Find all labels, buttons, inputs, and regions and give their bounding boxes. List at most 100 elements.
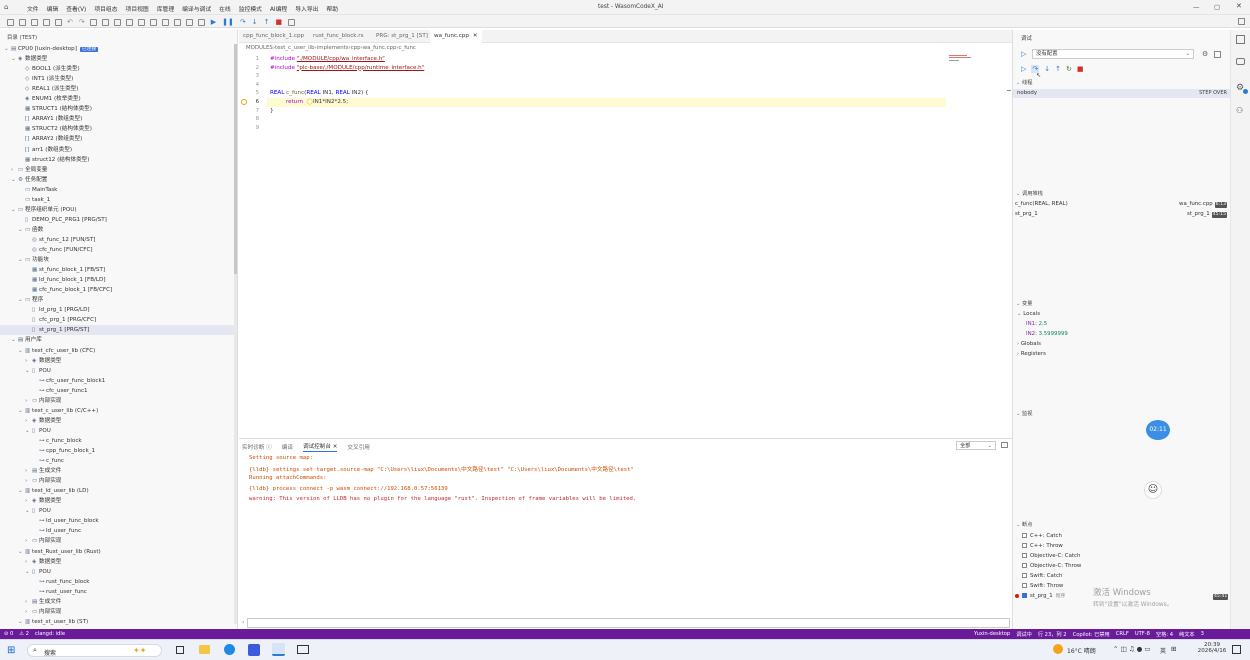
tree-twistie-icon[interactable]: ⌄ [25, 426, 32, 436]
tree-item[interactable]: ▭ MainTask [0, 185, 234, 195]
status-item[interactable]: UTF-8 [1135, 631, 1150, 637]
tree-item[interactable]: ◎ cfc_func [FUN/CFC] [0, 245, 234, 255]
pause-icon[interactable]: ❚❚ [222, 18, 234, 26]
tree-item[interactable]: ▭ task_1 [0, 195, 234, 205]
tree-item[interactable]: ◇ BOOL1 (派生类型) [0, 64, 234, 74]
extensions-icon[interactable]: ⚇ [1236, 106, 1243, 115]
new-file-icon[interactable] [6, 18, 14, 26]
redo-icon[interactable]: ↷ [79, 18, 85, 26]
tree-item[interactable]: [] ARRAY2 (数组类型) [0, 134, 234, 144]
status-item[interactable]: 行 23，列 2 [1038, 631, 1067, 638]
menu-item[interactable]: 监控模式 [239, 4, 262, 13]
status-item[interactable]: 调试中 [1016, 631, 1032, 638]
tree-item[interactable]: › ▭ 内部实现 [0, 396, 234, 406]
menu-item[interactable]: AI编程 [270, 4, 287, 13]
watch-section-header[interactable]: ⌄ 监视 [1013, 410, 1231, 419]
tree-item[interactable]: ⌄ ◈ 数据类型 [0, 54, 234, 64]
tree-item[interactable]: ⊶ld_user_func_block [0, 516, 234, 526]
tree-item[interactable]: › ▭ 内部实现 [0, 536, 234, 546]
tree-item[interactable]: ⌄ ▥ test_cfc_user_lib (CFC) [0, 346, 234, 356]
tree-twistie-icon[interactable]: ⌄ [18, 225, 25, 235]
file-explorer-icon[interactable] [199, 645, 210, 654]
status-item[interactable]: 空格: 4 [1156, 631, 1173, 638]
stop-icon[interactable]: ■ [276, 18, 283, 26]
tree-item[interactable]: ⊶rust_func_block [0, 577, 234, 587]
tree-twistie-icon[interactable]: › [25, 536, 32, 546]
open-folder-icon[interactable] [42, 18, 50, 26]
close-icon[interactable]: ✕ [331, 444, 338, 450]
breakpoint-row[interactable]: Swift: Throw [1022, 582, 1063, 591]
breakpoint-row[interactable]: C++: Catch [1022, 532, 1062, 541]
tree-twistie-icon[interactable]: › [11, 165, 18, 175]
tree-item[interactable]: › ▭ 内部实现 [0, 476, 234, 486]
status-item[interactable]: ⚠ 2 [19, 631, 29, 637]
breakpoint-checkbox[interactable] [1022, 553, 1027, 558]
tree-item[interactable]: ▯ st_prg_1 [PRG/ST] [0, 325, 234, 336]
status-item[interactable]: 3 [1201, 631, 1204, 637]
open-launch-icon[interactable] [1214, 51, 1221, 58]
notification-icon[interactable] [1232, 645, 1241, 654]
menu-item[interactable]: 项目组态 [94, 4, 117, 13]
tree-twistie-icon[interactable]: › [25, 607, 32, 617]
tree-item[interactable]: ▦ struct12 (结构体类型) [0, 155, 234, 165]
panel-tab[interactable]: 实时诊断 ⓘ [242, 443, 272, 452]
stack-frame[interactable]: st_prg_1 st_prg_1 45:15 [1013, 210, 1231, 219]
variable-row[interactable]: IN1: 2.5 [1026, 320, 1047, 329]
run-icon[interactable]: ▶ [211, 18, 216, 26]
tree-twistie-icon[interactable]: ⌄ [18, 406, 25, 416]
tree-item[interactable]: ⌄ ▥ test_Rust_user_lib (Rust) [0, 547, 234, 557]
panel-tab[interactable]: 调试控制台 ✕ [302, 442, 338, 452]
continue-icon[interactable]: ▷ [1021, 65, 1026, 73]
tree-item[interactable]: › ▤ 生成文件 [0, 597, 234, 607]
tree-item[interactable]: › ▭ 内部实现 [0, 607, 234, 617]
layout-icon[interactable] [1238, 18, 1245, 25]
gear-icon[interactable]: ⚙ [1202, 50, 1208, 58]
tree-item[interactable]: ⌄ ▤ CPU0 [luxin-desktop] 已连接 [0, 44, 234, 54]
tree-item[interactable]: ⌄ ▥ test_c_user_lib (C/C++) [0, 406, 234, 416]
breakpoint-checkbox[interactable] [1022, 593, 1027, 598]
panel-options-icon[interactable] [1001, 442, 1008, 448]
status-item[interactable]: clangd: idle [35, 631, 65, 637]
windows-start-icon[interactable]: ⊞ [7, 645, 15, 656]
registers-scope[interactable]: › Registers [1017, 350, 1046, 359]
editor-tab[interactable]: PRG: st_prg_1 [ST] [372, 30, 432, 43]
breadcrumb-item[interactable]: wa_func.cpp [363, 45, 397, 51]
breadcrumb-item[interactable]: MODULES [246, 45, 273, 51]
tree-item[interactable]: › ◈ 数据类型 [0, 496, 234, 506]
menu-item[interactable]: 库管理 [157, 4, 174, 13]
tree-item[interactable]: ▦ cfc_func_block_1 [FB/CFC] [0, 285, 234, 295]
step-out-icon[interactable]: ↑ [264, 18, 270, 26]
menu-item[interactable]: 查看(V) [66, 4, 86, 13]
tree-item[interactable]: › ▤ 生成文件 [0, 466, 234, 476]
tree-twistie-icon[interactable]: › [25, 557, 32, 567]
tree-twistie-icon[interactable]: ⌄ [25, 366, 32, 376]
library-icon[interactable] [1236, 35, 1245, 44]
variables-section-header[interactable]: ⌄ 变量 [1013, 300, 1231, 309]
tree-twistie-icon[interactable]: › [25, 416, 32, 426]
home-icon[interactable]: ⌂ [4, 3, 8, 11]
restart-icon[interactable]: ↻ [1066, 65, 1072, 73]
tree-twistie-icon[interactable]: ⌄ [25, 506, 32, 516]
tree-item[interactable]: ◇ REAL1 (派生类型) [0, 84, 234, 94]
status-item[interactable]: 纯文本 [1179, 631, 1195, 638]
callstack-section-header[interactable]: ⌄ 调用堆栈 [1013, 190, 1231, 199]
replace-icon[interactable] [102, 18, 110, 26]
chat-icon[interactable] [1236, 58, 1245, 65]
tree-twistie-icon[interactable]: ⌄ [25, 567, 32, 577]
task-view-icon[interactable] [176, 646, 184, 654]
tree-twistie-icon[interactable]: ⌄ [11, 54, 18, 64]
tree-twistie-icon[interactable]: › [25, 356, 32, 366]
thread-row[interactable]: nobody STEP OVER [1013, 89, 1231, 98]
wasomcodex-taskbar-icon[interactable] [272, 643, 285, 656]
breakpoints-section-header[interactable]: ⌄ 断点 [1013, 521, 1231, 530]
status-item[interactable]: Copilot: 已禁用 [1073, 631, 1110, 638]
timer-bubble[interactable]: 02:11 [1146, 420, 1170, 440]
menu-item[interactable]: 编辑 [47, 4, 59, 13]
tree-twistie-icon[interactable]: › [25, 396, 32, 406]
locals-scope[interactable]: ⌄ Locals [1017, 310, 1040, 319]
tree-twistie-icon[interactable]: ⌄ [11, 335, 18, 345]
tree-item[interactable]: ◈ ENUM1 (枚举类型) [0, 94, 234, 104]
tray-icons[interactable]: ⌃ ◫ ♫ ● ▭ [1113, 645, 1151, 653]
breadcrumb-item[interactable]: c_func [399, 45, 416, 51]
tree-twistie-icon[interactable]: ⌄ [18, 255, 25, 265]
